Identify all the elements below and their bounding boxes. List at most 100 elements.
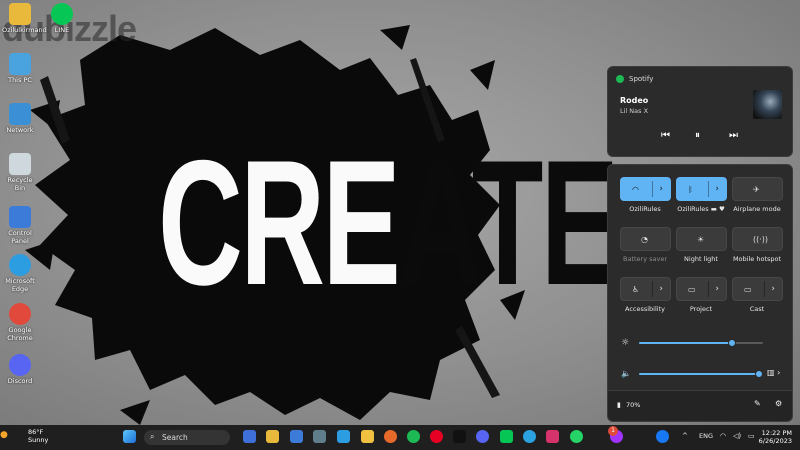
settings-gear-icon[interactable]: ⚙ — [775, 399, 782, 408]
desktop-icon-label: Google Chrome — [7, 326, 33, 342]
taskbar-tiktok-icon[interactable] — [453, 430, 466, 443]
taskbar-clock[interactable]: 12:22 PM 6/26/2023 — [759, 429, 792, 445]
pause-button[interactable]: ⏸ — [695, 130, 700, 141]
quick-tile-label: Mobile hotspot — [732, 255, 782, 263]
taskbar-spotify-icon[interactable] — [407, 430, 420, 443]
brightness-thumb[interactable] — [728, 339, 736, 347]
start-button-windows-icon[interactable] — [123, 430, 136, 443]
clock-time: 12:22 PM — [761, 429, 792, 437]
desktop-icon[interactable]: Recycle Bin — [2, 153, 38, 192]
desktop-icon-label: Ozilulkirmand — [2, 26, 47, 34]
spotify-media-widget[interactable]: Spotify Rodeo Lil Nas X ⏮ ⏸ ⏭ — [607, 66, 793, 157]
desktop-icon[interactable]: Ozilulkirmand — [2, 3, 47, 34]
quick-tile-label: Airplane mode — [733, 205, 781, 213]
taskbar-store-icon[interactable] — [290, 430, 303, 443]
quick-tile-wifi[interactable]: ◠ › — [620, 177, 671, 201]
weather-temperature: 86°F — [28, 428, 44, 436]
desktop-icon[interactable]: Network — [2, 103, 38, 134]
battery-percentage[interactable]: 70% — [626, 401, 640, 409]
tile-divider — [652, 281, 653, 297]
hotspot-icon: ((·)) — [753, 234, 769, 244]
taskbar-firefox-icon[interactable] — [384, 430, 397, 443]
quick-tile-hotspot[interactable]: ((·)) — [732, 227, 783, 251]
desktop-icon[interactable]: Control Panel — [2, 206, 38, 245]
taskbar-widgets-icon[interactable] — [243, 430, 256, 443]
quick-tile-accessibility[interactable]: ♿ › — [620, 277, 671, 301]
taskbar-facebook-icon[interactable] — [656, 430, 669, 443]
bluetooth-icon: ᛒ — [688, 184, 693, 194]
desktop-icon-label: Network — [6, 126, 34, 134]
desktop-icon-label: Microsoft Edge — [5, 277, 35, 293]
taskbar-pinterest-icon[interactable] — [430, 430, 443, 443]
volume-slider[interactable] — [639, 370, 763, 378]
wifi-tray-icon[interactable]: ◠ — [720, 432, 726, 440]
project-icon: ▭ — [688, 284, 696, 294]
quick-tile-label: Project — [689, 305, 713, 313]
album-art — [753, 90, 782, 119]
quick-settings-footer: ▮ 70% ✎ ⚙ — [608, 390, 792, 421]
tile-divider — [652, 181, 653, 197]
weather-widget[interactable]: 86°F Sunny — [28, 428, 48, 444]
desktop-icon-label: This PC — [8, 76, 32, 84]
taskbar-calculator-icon[interactable] — [313, 430, 326, 443]
desktop-icon[interactable]: Discord — [2, 354, 38, 385]
night-light-icon: ☀ — [697, 234, 705, 244]
taskbar-discord-icon[interactable] — [476, 430, 489, 443]
volume-thumb[interactable] — [754, 370, 763, 378]
desktop-icon-label: Discord — [7, 377, 33, 385]
quick-tile-project[interactable]: ▭ › — [676, 277, 727, 301]
taskbar-folder-icon[interactable] — [361, 430, 374, 443]
create-white-part: CRE — [158, 123, 401, 322]
desktop-icon[interactable]: Microsoft Edge — [2, 254, 38, 293]
taskbar-telegram-icon[interactable] — [523, 430, 536, 443]
quick-tile-cast[interactable]: ▭ › — [732, 277, 783, 301]
airplane-icon: ✈ — [753, 184, 760, 194]
wifi-icon: ◠ — [632, 184, 639, 194]
desktop-icon[interactable]: Google Chrome — [2, 303, 38, 342]
audio-output-button[interactable]: ▥ › — [767, 368, 780, 377]
volume-icon[interactable]: 🔈 — [621, 369, 631, 378]
cast-icon: ▭ — [744, 284, 752, 294]
quick-tile-night-light[interactable]: ☀ — [676, 227, 727, 251]
input-language[interactable]: ENG — [699, 432, 713, 440]
quick-tile-bluetooth[interactable]: ᛒ › — [676, 177, 727, 201]
quick-tile-airplane[interactable]: ✈ — [732, 177, 783, 201]
tray-overflow-chevron-icon[interactable]: ^ — [682, 432, 688, 440]
clock-date: 6/26/2023 — [758, 437, 792, 445]
chevron-right-icon[interactable]: › — [715, 184, 719, 194]
taskbar-line-app-icon[interactable] — [500, 430, 513, 443]
chevron-right-icon[interactable]: › — [659, 184, 663, 194]
quick-tile-label: Cast — [749, 305, 765, 313]
quick-tile-label: Accessibility — [625, 305, 665, 313]
control-panel-icon — [9, 206, 31, 228]
volume-tray-icon[interactable]: ◁) — [733, 432, 741, 440]
taskbar-edge-icon[interactable] — [337, 430, 350, 443]
line-app-icon — [51, 3, 73, 25]
edge-icon — [9, 254, 31, 276]
quick-tile-label: Battery saver — [622, 255, 667, 263]
battery-icon: ▮ — [617, 401, 621, 409]
taskbar-instagram-icon[interactable] — [546, 430, 559, 443]
weather-description: Sunny — [28, 436, 49, 444]
brightness-icon: ☼ — [621, 338, 630, 348]
chevron-right-icon[interactable]: › — [715, 284, 719, 294]
taskbar: ● 86°F Sunny ⌕ Search 1 ^ ENG ◠ ◁) ▭ 12:… — [0, 425, 800, 450]
monitor-icon — [9, 53, 31, 75]
desktop: dubizzle CREATE Ozilulkirmand LINE This PC… — [0, 0, 800, 425]
track-title: Rodeo — [620, 96, 649, 105]
quick-tile-battery-saver[interactable]: ◔ — [620, 227, 671, 251]
taskbar-whatsapp-icon[interactable] — [570, 430, 583, 443]
desktop-icon[interactable]: This PC — [2, 53, 38, 84]
chevron-right-icon[interactable]: › — [659, 284, 663, 294]
battery-tray-icon[interactable]: ▭ — [748, 432, 755, 440]
brightness-slider[interactable] — [639, 339, 763, 347]
desktop-icon[interactable]: LINE — [44, 3, 80, 34]
recycle-bin-icon — [9, 153, 31, 175]
previous-track-button[interactable]: ⏮ — [661, 130, 670, 141]
quick-settings-panel: ◠ › OziliRules ᛒ › OziliRules ▬ ♥ ✈ Airplane mo… — [607, 164, 793, 422]
next-track-button[interactable]: ⏭ — [729, 130, 738, 141]
chevron-right-icon[interactable]: › — [771, 284, 775, 294]
taskbar-search-box[interactable]: ⌕ Search — [144, 430, 230, 445]
edit-pencil-icon[interactable]: ✎ — [754, 399, 761, 408]
taskbar-file-explorer-icon[interactable] — [266, 430, 279, 443]
